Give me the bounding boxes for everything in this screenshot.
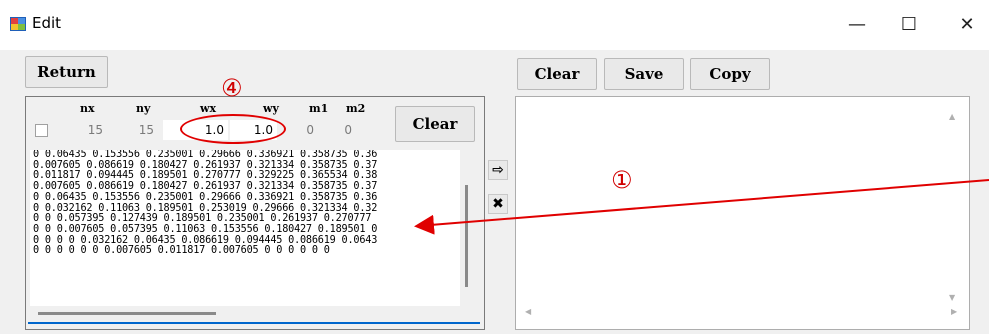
annotation-arrow (414, 179, 989, 235)
